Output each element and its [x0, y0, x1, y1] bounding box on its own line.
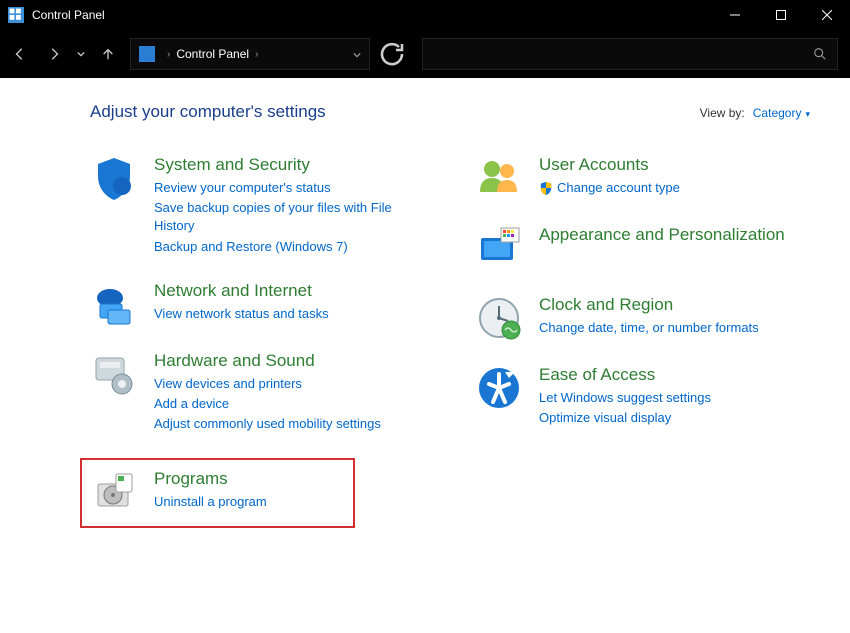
category-title[interactable]: Hardware and Sound	[154, 350, 425, 372]
search-input[interactable]	[422, 38, 838, 70]
address-icon	[139, 46, 155, 62]
toolbar: › Control Panel ›	[0, 30, 850, 78]
up-button[interactable]	[92, 38, 124, 70]
category-link[interactable]: Optimize visual display	[539, 409, 810, 427]
category-link[interactable]: Add a device	[154, 395, 425, 413]
forward-button[interactable]	[38, 38, 70, 70]
search-icon	[813, 47, 827, 61]
shield-icon	[90, 154, 138, 202]
category-link[interactable]: Change date, time, or number formats	[539, 319, 810, 337]
category-system-security: System and Security Review your computer…	[90, 154, 425, 258]
category-title[interactable]: Network and Internet	[154, 280, 425, 302]
app-icon	[8, 7, 24, 23]
category-link[interactable]: View network status and tasks	[154, 305, 425, 323]
category-title[interactable]: Programs	[154, 468, 345, 490]
category-link[interactable]: Review your computer's status	[154, 179, 425, 197]
category-programs: Programs Uninstall a program	[90, 468, 345, 516]
close-button[interactable]	[804, 0, 850, 30]
back-button[interactable]	[4, 38, 36, 70]
address-bar[interactable]: › Control Panel ›	[130, 38, 370, 70]
category-link[interactable]: Backup and Restore (Windows 7)	[154, 238, 425, 256]
viewby-label: View by:	[700, 106, 745, 120]
uac-shield-icon	[539, 181, 553, 195]
window-title: Control Panel	[32, 8, 712, 22]
category-title[interactable]: Clock and Region	[539, 294, 810, 316]
minimize-button[interactable]	[712, 0, 758, 30]
personalize-icon	[475, 224, 523, 272]
ease-icon	[475, 364, 523, 412]
recent-dropdown[interactable]	[72, 38, 90, 70]
hardware-icon	[90, 350, 138, 398]
content-area: Adjust your computer's settings View by:…	[0, 78, 850, 633]
right-column: User Accounts Change account type Appear…	[475, 154, 810, 528]
category-hardware-sound: Hardware and Sound View devices and prin…	[90, 350, 425, 436]
page-title: Adjust your computer's settings	[90, 102, 700, 122]
left-column: System and Security Review your computer…	[90, 154, 425, 528]
titlebar: Control Panel	[0, 0, 850, 30]
address-dropdown[interactable]	[353, 47, 361, 62]
category-title[interactable]: Appearance and Personalization	[539, 224, 810, 246]
viewby-dropdown[interactable]: Category▾	[753, 106, 810, 120]
category-network-internet: Network and Internet View network status…	[90, 280, 425, 328]
clock-icon	[475, 294, 523, 342]
maximize-button[interactable]	[758, 0, 804, 30]
category-link[interactable]: Uninstall a program	[154, 493, 345, 511]
category-clock-region: Clock and Region Change date, time, or n…	[475, 294, 810, 342]
users-icon	[475, 154, 523, 202]
category-link[interactable]: Save backup copies of your files with Fi…	[154, 199, 425, 235]
category-title[interactable]: User Accounts	[539, 154, 810, 176]
chevron-right-icon: ›	[167, 49, 170, 60]
category-link[interactable]: View devices and printers	[154, 375, 425, 393]
chevron-right-icon[interactable]: ›	[255, 49, 258, 60]
category-title[interactable]: System and Security	[154, 154, 425, 176]
category-link[interactable]: Change account type	[539, 179, 810, 197]
refresh-button[interactable]	[376, 38, 408, 70]
highlighted-category: Programs Uninstall a program	[80, 458, 355, 528]
breadcrumb-root[interactable]: Control Panel	[176, 47, 249, 61]
category-link[interactable]: Adjust commonly used mobility settings	[154, 415, 425, 433]
network-icon	[90, 280, 138, 328]
programs-icon	[90, 468, 138, 516]
category-appearance: Appearance and Personalization	[475, 224, 810, 272]
category-link[interactable]: Let Windows suggest settings	[539, 389, 810, 407]
category-user-accounts: User Accounts Change account type	[475, 154, 810, 202]
category-ease-of-access: Ease of Access Let Windows suggest setti…	[475, 364, 810, 429]
category-title[interactable]: Ease of Access	[539, 364, 810, 386]
